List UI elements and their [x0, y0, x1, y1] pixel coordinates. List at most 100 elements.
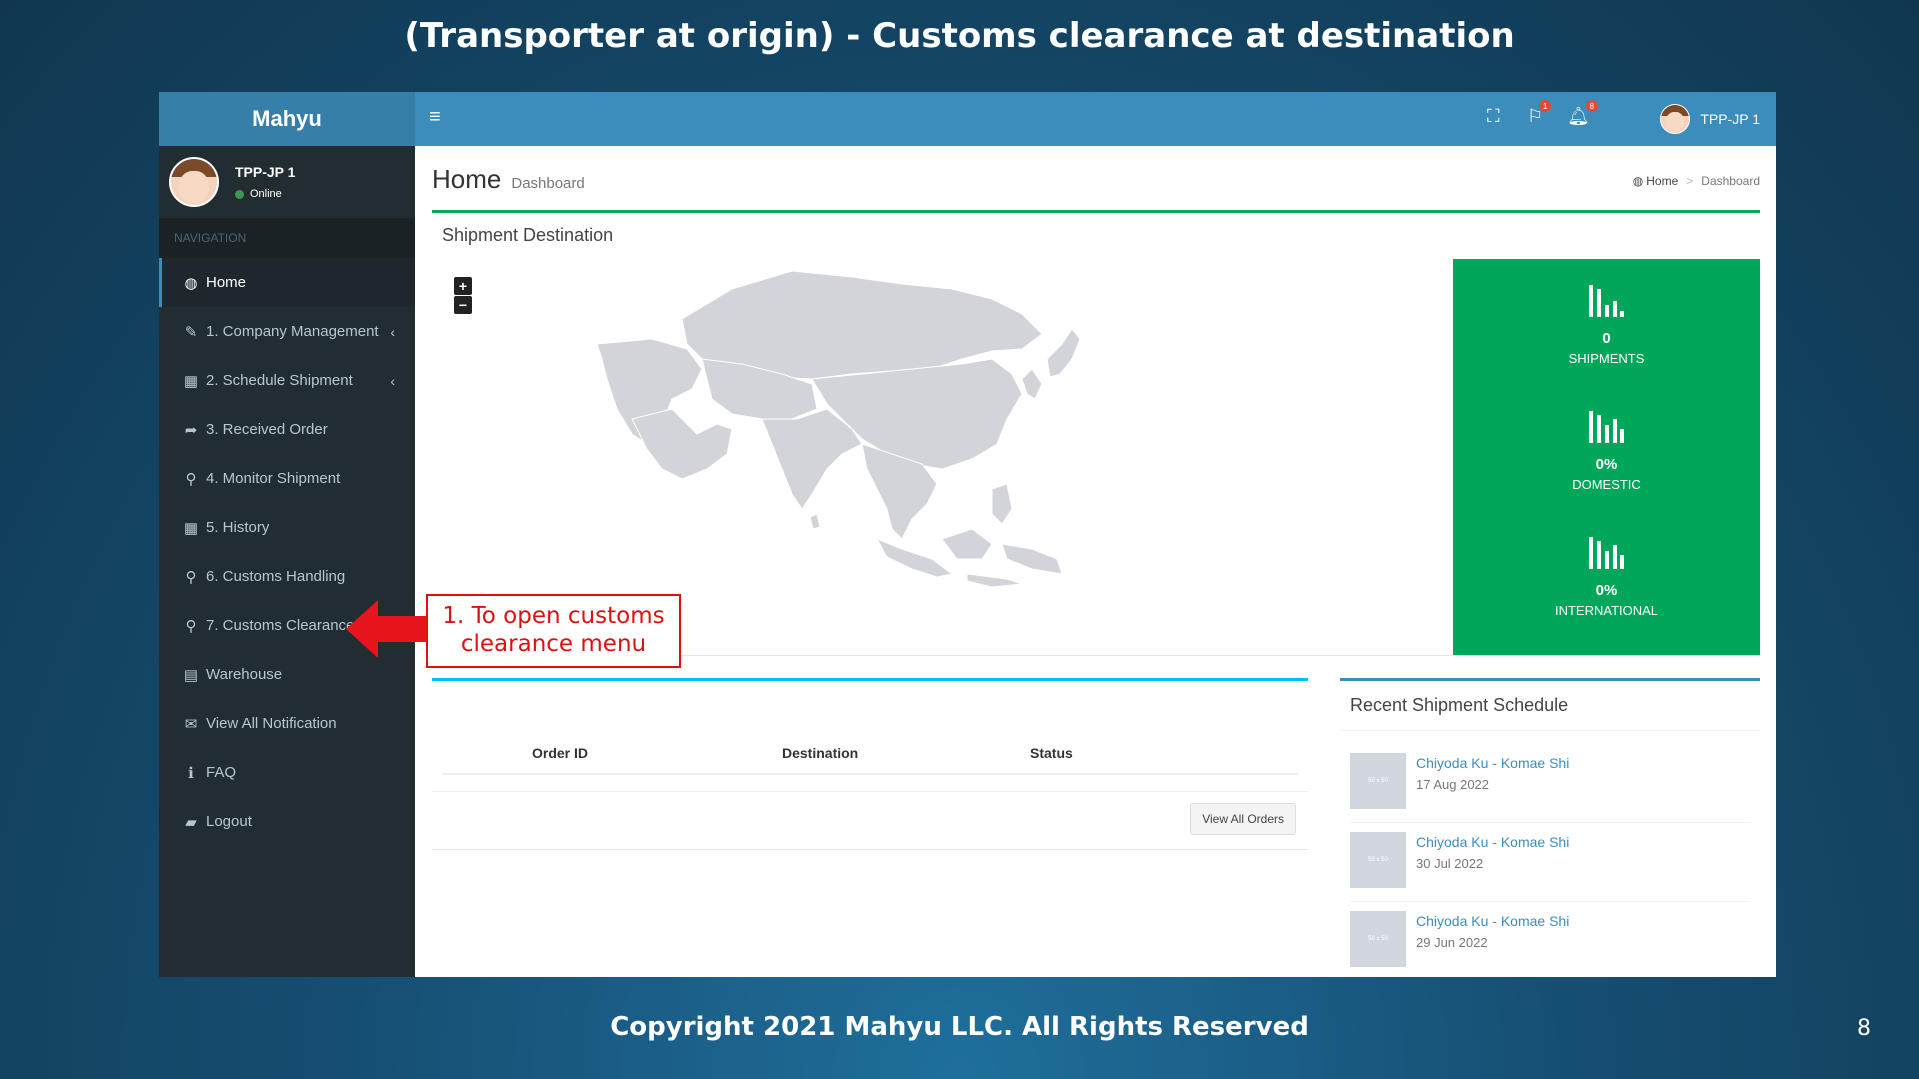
chevron-left-icon: ‹ [390, 323, 395, 340]
sidebar-item-label: 5. History [206, 519, 270, 536]
breadcrumb-home[interactable]: Home [1646, 174, 1678, 188]
sidebar-item-received-order[interactable]: ➦ 3. Received Order [159, 405, 415, 454]
sidebar-item-label: 4. Monitor Shipment [206, 470, 341, 487]
sidebar-item-label: Logout [206, 813, 252, 830]
list-item[interactable]: 50 x 50 Chiyoda Ku - Komae Shi 29 Jun 20… [1350, 901, 1750, 977]
avatar [169, 157, 219, 207]
user-menu[interactable]: TPP-JP 1 [1660, 104, 1760, 134]
user-status: Online [235, 188, 295, 200]
sidebar-item-schedule-shipment[interactable]: ▦ 2. Schedule Shipment ‹ [159, 356, 415, 405]
shipment-date: 17 Aug 2022 [1416, 777, 1490, 792]
column-status: Status [1030, 745, 1073, 761]
menu-toggle-icon[interactable]: ≡ [429, 106, 441, 129]
sidebar-item-home[interactable]: ◍ Home [159, 258, 415, 307]
stat-value: 0% [1595, 582, 1618, 599]
user-menu-name: TPP-JP 1 [1700, 111, 1760, 127]
callout-box: 1. To open customs clearance menu [426, 594, 681, 668]
page-subtitle: Dashboard [511, 175, 585, 192]
breadcrumb: ◍ Home > Dashboard [1633, 174, 1760, 188]
bar-chart-icon [1588, 285, 1624, 317]
recent-shipment-box: Recent Shipment Schedule 50 x 50 Chiyoda… [1340, 678, 1760, 977]
breadcrumb-current: Dashboard [1701, 174, 1760, 188]
brand-logo[interactable]: Mahyu [159, 92, 415, 146]
sidebar-item-label: FAQ [206, 764, 237, 781]
dashboard-icon: ◍ [184, 274, 198, 292]
stat-value: 0 [1602, 330, 1611, 347]
shipment-stats-panel: 0 SHIPMENTS 0% DOMESTIC 0% INTERNATIONAL [1453, 259, 1760, 655]
search-icon: ⚲ [185, 568, 197, 586]
calendar-icon: ▦ [183, 372, 199, 390]
box-title: Recent Shipment Schedule [1340, 681, 1760, 731]
search-icon: ⚲ [185, 617, 197, 635]
stat-shipments: 0 SHIPMENTS [1453, 283, 1760, 366]
sidebar-item-label: 1. Company Management [206, 323, 379, 340]
callout-line-1: 1. To open customs [442, 603, 665, 629]
shipment-destination-box: Shipment Destination + − 0 SHIPMENTS 0% … [432, 210, 1760, 656]
sidebar-item-history[interactable]: ▦ 5. History [159, 503, 415, 552]
top-navbar: ≡ ⛶ ⚐ 1 🔔︎ 8 TPP-JP 1 [415, 92, 1776, 146]
warehouse-icon: ▤ [183, 666, 199, 684]
main-content: Home Dashboard ◍ Home > Dashboard Shipme… [415, 146, 1776, 977]
page-title: Home [432, 164, 502, 194]
chevron-left-icon: ‹ [390, 372, 395, 389]
sidebar: Mahyu TPP-JP 1 Online NAVIGATION ◍ Home … [159, 92, 415, 977]
orders-table-header: Order ID Destination Status [442, 733, 1298, 775]
sidebar-item-label: Warehouse [206, 666, 283, 683]
share-icon: ➦ [184, 421, 198, 439]
bell-icon[interactable]: 🔔︎ 8 [1567, 100, 1598, 127]
slide-footer: Copyright 2021 Mahyu LLC. All Rights Res… [610, 1012, 1309, 1042]
edit-icon: ✎ [184, 323, 198, 341]
stat-international: 0% INTERNATIONAL [1453, 535, 1760, 618]
thumbnail: 50 x 50 [1350, 753, 1406, 809]
sidebar-item-logout[interactable]: ▰ Logout [159, 797, 415, 846]
callout-line-2: clearance menu [460, 631, 647, 657]
sidebar-item-label: 2. Schedule Shipment [206, 372, 353, 389]
bar-chart-icon [1588, 537, 1624, 569]
bell-badge: 8 [1585, 100, 1598, 112]
divider [432, 791, 1308, 792]
user-name: TPP-JP 1 [235, 164, 296, 180]
shipment-route-link[interactable]: Chiyoda Ku - Komae Shi [1416, 834, 1569, 850]
column-destination: Destination [782, 745, 859, 761]
sidebar-item-faq[interactable]: ℹ FAQ [159, 748, 415, 797]
flag-badge: 1 [1539, 100, 1552, 112]
info-icon: ℹ [188, 764, 194, 782]
avatar [1660, 104, 1691, 134]
sidebar-item-view-all-notification[interactable]: ✉ View All Notification [159, 699, 415, 748]
breadcrumb-separator: > [1686, 174, 1694, 188]
list-item[interactable]: 50 x 50 Chiyoda Ku - Komae Shi 17 Aug 20… [1350, 743, 1750, 823]
orders-box: Order ID Destination Status View All Ord… [432, 678, 1308, 850]
stat-value: 0% [1595, 456, 1618, 473]
book-icon: ▰ [185, 813, 197, 831]
sidebar-item-label: View All Notification [206, 715, 337, 732]
slide-title: (Transporter at origin) - Customs cleara… [404, 16, 1515, 56]
nav-header: NAVIGATION [159, 218, 415, 258]
stat-domestic: 0% DOMESTIC [1453, 409, 1760, 492]
online-dot-icon [235, 189, 244, 199]
sidebar-item-label: 7. Customs Clearance [206, 617, 355, 634]
sidebar-item-company-management[interactable]: ✎ 1. Company Management ‹ [159, 307, 415, 356]
shipment-route-link[interactable]: Chiyoda Ku - Komae Shi [1416, 913, 1569, 929]
translate-icon[interactable]: ⛶ [1487, 106, 1500, 127]
flag-icon[interactable]: ⚐ 1 [1527, 100, 1552, 127]
page-header: Home Dashboard [432, 164, 585, 195]
shipment-route-link[interactable]: Chiyoda Ku - Komae Shi [1416, 755, 1569, 771]
sidebar-item-label: 6. Customs Handling [206, 568, 346, 585]
sidebar-item-customs-handling[interactable]: ⚲ 6. Customs Handling [159, 552, 415, 601]
view-all-orders-button[interactable]: View All Orders [1190, 803, 1296, 835]
user-status-label: Online [250, 188, 282, 200]
sidebar-item-label: Home [206, 274, 247, 291]
bar-chart-icon [1588, 411, 1624, 443]
list-item[interactable]: 50 x 50 Chiyoda Ku - Komae Shi 30 Jul 20… [1350, 822, 1750, 902]
shipment-date: 30 Jul 2022 [1416, 856, 1484, 871]
search-icon: ⚲ [185, 470, 197, 488]
box-title: Shipment Destination [442, 225, 614, 245]
column-order-id: Order ID [532, 745, 589, 761]
app-window: Mahyu TPP-JP 1 Online NAVIGATION ◍ Home … [159, 92, 1776, 977]
dashboard-icon: ◍ [1632, 174, 1644, 188]
envelope-icon: ✉ [184, 715, 198, 733]
sidebar-item-monitor-shipment[interactable]: ⚲ 4. Monitor Shipment [159, 454, 415, 503]
red-arrow-icon [346, 600, 430, 658]
stat-label: INTERNATIONAL [1554, 603, 1659, 618]
stat-label: DOMESTIC [1572, 477, 1641, 492]
